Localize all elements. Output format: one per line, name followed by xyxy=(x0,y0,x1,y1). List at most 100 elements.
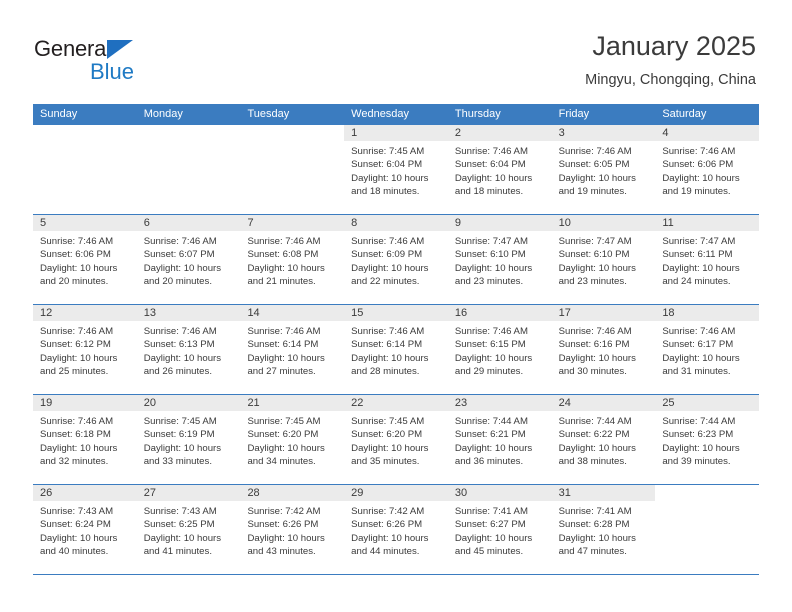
day-number-band: 14 xyxy=(240,305,345,321)
sunset-time: Sunset: 6:20 PM xyxy=(247,429,319,441)
daylight-duration-line2: and 28 minutes. xyxy=(351,365,420,377)
calendar-day-cell[interactable]: 2 Sunrise: 7:46 AM Sunset: 6:04 PM Daylight… xyxy=(447,125,552,214)
calendar-day-cell[interactable]: 25 Sunrise: 7:44 AM Sunset: 6:23 PM Dayligh… xyxy=(655,395,760,484)
daylight-duration-line1: Daylight: 10 hours xyxy=(454,172,533,184)
day-number: 19 xyxy=(40,397,53,409)
calendar-day-cell[interactable]: 17 Sunrise: 7:46 AM Sunset: 6:16 PM Dayligh… xyxy=(551,305,656,394)
daylight-duration-line2: and 24 minutes. xyxy=(662,275,731,287)
sunrise-time: Sunrise: 7:46 AM xyxy=(143,326,217,337)
calendar-day-cell[interactable]: 22 Sunrise: 7:45 AM Sunset: 6:20 PM Dayligh… xyxy=(344,395,448,484)
daylight-duration-line1: Daylight: 10 hours xyxy=(40,532,118,544)
daylight-duration-line1: Daylight: 10 hours xyxy=(143,442,222,454)
calendar-day-cell[interactable]: 12 Sunrise: 7:46 AM Sunset: 6:12 PM Dayligh… xyxy=(33,305,137,394)
sunset-time: Sunset: 6:16 PM xyxy=(558,339,630,351)
page-title: January 2025 xyxy=(592,31,756,61)
daylight-duration-line1: Daylight: 10 hours xyxy=(558,532,636,544)
calendar-day-cell[interactable]: 16 Sunrise: 7:46 AM Sunset: 6:15 PM Dayligh… xyxy=(447,305,552,394)
calendar-day-cell[interactable]: 21 Sunrise: 7:45 AM Sunset: 6:20 PM Dayligh… xyxy=(240,395,345,484)
daylight-duration-line1: Daylight: 10 hours xyxy=(558,352,636,364)
daylight-duration-line2: and 20 minutes. xyxy=(143,275,212,287)
day-number: 30 xyxy=(454,487,468,499)
calendar-day-cell[interactable]: 15 Sunrise: 7:46 AM Sunset: 6:14 PM Dayligh… xyxy=(344,305,448,394)
calendar-day-cell[interactable]: 20 Sunrise: 7:45 AM Sunset: 6:19 PM Dayligh… xyxy=(136,395,241,484)
calendar-day-cell[interactable]: 7 Sunrise: 7:46 AM Sunset: 6:08 PM Daylight… xyxy=(240,215,345,304)
calendar-day-cell[interactable]: 18 Sunrise: 7:46 AM Sunset: 6:17 PM Dayligh… xyxy=(655,305,760,394)
weekday-header-friday: Friday xyxy=(558,108,590,120)
sunrise-time: Sunrise: 7:45 AM xyxy=(247,416,321,427)
brand-triangle-icon xyxy=(107,40,133,59)
sunrise-time: Sunrise: 7:44 AM xyxy=(662,416,736,427)
day-number: 18 xyxy=(662,307,675,319)
calendar-day-cell[interactable]: 13 Sunrise: 7:46 AM Sunset: 6:13 PM Dayligh… xyxy=(136,305,241,394)
calendar-day-cell[interactable]: 5 Sunrise: 7:46 AM Sunset: 6:06 PM Daylight… xyxy=(33,215,137,304)
sunrise-time: Sunrise: 7:47 AM xyxy=(454,236,528,247)
day-number: 28 xyxy=(247,487,260,499)
daylight-duration-line2: and 39 minutes. xyxy=(662,455,731,467)
calendar-day-cell[interactable]: 29 Sunrise: 7:42 AM Sunset: 6:26 PM Dayligh… xyxy=(344,485,448,574)
sunrise-time: Sunrise: 7:44 AM xyxy=(558,416,632,427)
day-number-band: 15 xyxy=(344,305,448,321)
calendar-day-cell[interactable]: 3 Sunrise: 7:46 AM Sunset: 6:05 PM Daylight… xyxy=(551,125,656,214)
daylight-duration-line2: and 26 minutes. xyxy=(143,365,212,377)
day-number-band: 11 xyxy=(655,215,760,231)
day-number: 25 xyxy=(662,397,675,409)
day-details: Sunrise: 7:46 AM Sunset: 6:15 PM Daylight:… xyxy=(448,321,552,378)
daylight-duration-line1: Daylight: 10 hours xyxy=(247,262,325,274)
calendar-day-cell[interactable]: 28 Sunrise: 7:42 AM Sunset: 6:26 PM Dayligh… xyxy=(240,485,345,574)
day-number: 12 xyxy=(40,307,53,319)
calendar-day-cell[interactable]: 8 Sunrise: 7:46 AM Sunset: 6:09 PM Daylight… xyxy=(344,215,448,304)
day-number-band: 12 xyxy=(33,305,137,321)
page-header: General Blue January 2025 Mingyu, Chongq… xyxy=(0,0,792,104)
daylight-duration-line1: Daylight: 10 hours xyxy=(143,352,222,364)
day-details: Sunrise: 7:46 AM Sunset: 6:17 PM Daylight:… xyxy=(655,321,759,378)
daylight-duration-line1: Daylight: 10 hours xyxy=(247,352,325,364)
daylight-duration-line1: Daylight: 10 hours xyxy=(662,172,740,184)
sunrise-time: Sunrise: 7:46 AM xyxy=(40,326,114,337)
calendar-day-cell[interactable]: 11 Sunrise: 7:47 AM Sunset: 6:11 PM Dayligh… xyxy=(655,215,760,304)
calendar-day-cell[interactable]: 10 Sunrise: 7:47 AM Sunset: 6:10 PM Dayligh… xyxy=(551,215,656,304)
calendar-day-cell[interactable]: 27 Sunrise: 7:43 AM Sunset: 6:25 PM Dayligh… xyxy=(136,485,241,574)
calendar-day-cell[interactable]: 31 Sunrise: 7:41 AM Sunset: 6:28 PM Dayligh… xyxy=(551,485,656,574)
day-number-band xyxy=(136,125,241,141)
sunrise-time: Sunrise: 7:44 AM xyxy=(454,416,528,427)
daylight-duration-line2: and 47 minutes. xyxy=(558,545,627,557)
day-details: Sunrise: 7:46 AM Sunset: 6:12 PM Daylight:… xyxy=(33,321,137,378)
day-details: Sunrise: 7:42 AM Sunset: 6:26 PM Daylight:… xyxy=(240,501,344,558)
day-number-band: 16 xyxy=(447,305,552,321)
calendar-day-cell[interactable]: 19 Sunrise: 7:46 AM Sunset: 6:18 PM Dayligh… xyxy=(33,395,137,484)
day-details: Sunrise: 7:46 AM Sunset: 6:18 PM Daylight:… xyxy=(33,411,137,468)
sunrise-time: Sunrise: 7:46 AM xyxy=(454,326,528,337)
calendar-day-cell-empty xyxy=(240,125,345,214)
day-number: 5 xyxy=(40,217,47,229)
sunrise-time: Sunrise: 7:46 AM xyxy=(454,146,528,157)
daylight-duration-line1: Daylight: 10 hours xyxy=(247,532,325,544)
calendar-day-cell[interactable]: 6 Sunrise: 7:46 AM Sunset: 6:07 PM Daylight… xyxy=(136,215,241,304)
brand-logo[interactable]: General Blue xyxy=(34,36,234,88)
daylight-duration-line2: and 30 minutes. xyxy=(558,365,627,377)
day-number: 29 xyxy=(351,487,364,499)
sunset-time: Sunset: 6:23 PM xyxy=(662,429,734,441)
weekday-header-tuesday: Tuesday xyxy=(247,108,290,120)
day-details: Sunrise: 7:45 AM Sunset: 6:20 PM Daylight:… xyxy=(240,411,344,468)
calendar-day-cell[interactable]: 14 Sunrise: 7:46 AM Sunset: 6:14 PM Dayligh… xyxy=(240,305,345,394)
sunrise-time: Sunrise: 7:46 AM xyxy=(662,326,736,337)
day-number: 21 xyxy=(247,397,260,409)
day-number: 16 xyxy=(454,307,468,319)
daylight-duration-line1: Daylight: 10 hours xyxy=(351,442,429,454)
day-number-band: 25 xyxy=(655,395,760,411)
calendar-day-cell[interactable]: 30 Sunrise: 7:41 AM Sunset: 6:27 PM Dayligh… xyxy=(447,485,552,574)
daylight-duration-line2: and 33 minutes. xyxy=(143,455,212,467)
calendar-day-cell[interactable]: 4 Sunrise: 7:46 AM Sunset: 6:06 PM Daylight… xyxy=(655,125,760,214)
calendar-day-cell[interactable]: 24 Sunrise: 7:44 AM Sunset: 6:22 PM Dayligh… xyxy=(551,395,656,484)
daylight-duration-line1: Daylight: 10 hours xyxy=(351,532,429,544)
sunset-time: Sunset: 6:13 PM xyxy=(143,339,215,351)
calendar-day-cell[interactable]: 9 Sunrise: 7:47 AM Sunset: 6:10 PM Daylight… xyxy=(447,215,552,304)
calendar-day-cell[interactable]: 23 Sunrise: 7:44 AM Sunset: 6:21 PM Dayligh… xyxy=(447,395,552,484)
sunrise-time: Sunrise: 7:46 AM xyxy=(351,236,425,247)
day-number: 11 xyxy=(662,217,674,229)
day-details: Sunrise: 7:45 AM Sunset: 6:20 PM Daylight:… xyxy=(344,411,448,468)
calendar-day-cell[interactable]: 26 Sunrise: 7:43 AM Sunset: 6:24 PM Dayligh… xyxy=(33,485,137,574)
day-number-band: 1 xyxy=(344,125,448,141)
weekday-header-row: Sunday Monday Tuesday Wednesday Thursday Frid… xyxy=(33,104,759,125)
calendar-day-cell[interactable]: 1 Sunrise: 7:45 AM Sunset: 6:04 PM Daylight… xyxy=(344,125,448,214)
